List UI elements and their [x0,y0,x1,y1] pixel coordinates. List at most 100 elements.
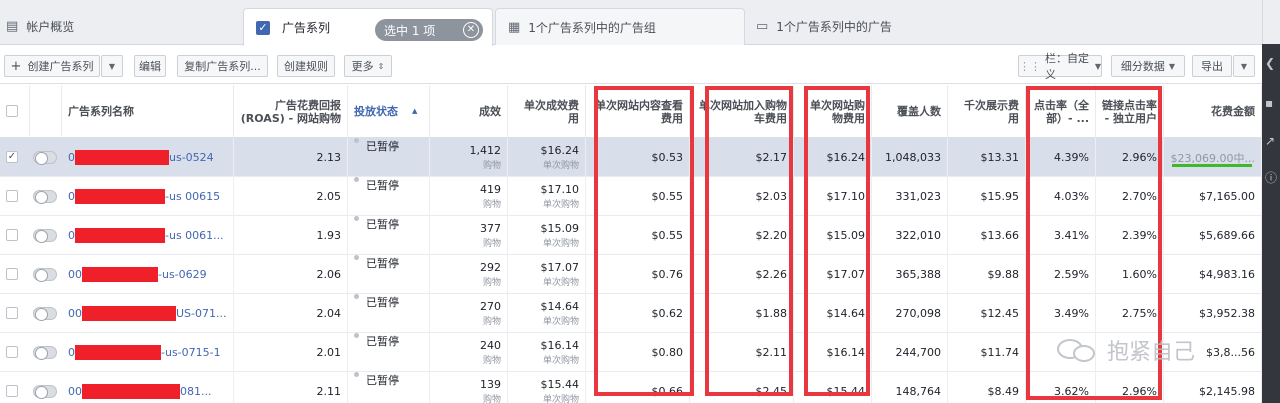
trend-icon[interactable]: ↗ [1265,134,1275,148]
results-value: 139 [480,378,501,391]
row-toggle[interactable] [33,190,57,204]
edit-button[interactable]: 编辑 [134,55,166,77]
reach-cell: 331,023 [872,177,948,216]
cpr-subtext: 单次购物 [542,395,579,403]
status-cell: 已暂停 [348,294,430,333]
campaign-name-cell[interactable]: 00 081... [62,372,234,403]
row-toggle[interactable] [33,229,57,243]
column-header-results[interactable]: 成效 [430,85,508,138]
ads-icon: ▭ [756,19,769,34]
reach-cell: 322,010 [872,216,948,255]
campaign-name-cell[interactable]: 0 us-0524 [62,138,234,177]
account-overview-icon: ▤ [6,19,19,34]
columns-customize-button[interactable]: ⋮⋮ 栏：自定义 ▼ [1018,52,1102,81]
column-header-delivery[interactable]: 投放状态 ▲ [348,85,430,138]
create-campaign-button[interactable]: + 创建广告系列 [4,55,100,77]
results-subtext: 购物 [482,239,501,249]
row-checkbox[interactable]: ✓ [6,151,18,163]
cpr-cell: $15.44 单次购物 [508,372,586,403]
column-label: 千次展示费用 [964,98,1019,125]
roas-value: 2.05 [316,190,342,203]
column-header-cost-per-result[interactable]: 单次成效费用 [508,85,586,138]
status-dot-icon [354,138,359,143]
campaign-name-cell[interactable]: 0 -us 0061... [62,216,234,255]
select-all-checkbox[interactable] [6,105,18,117]
reach-cell: 1,048,033 [872,138,948,177]
row-toggle[interactable] [33,151,57,165]
cpr-value: $17.07 [540,261,580,274]
campaign-name-cell[interactable]: 0 -us 00615 [62,177,234,216]
selected-count-label: 选中 1 项 [384,23,436,38]
export-dropdown-button[interactable]: ▼ [1233,55,1255,77]
status-value: 已暂停 [366,257,399,270]
row-checkbox[interactable] [6,307,18,319]
cpm-cell: $13.66 [948,216,1026,255]
status-dot-icon [354,216,359,221]
reach-value: 1,048,033 [885,151,941,164]
roas-value: 2.04 [316,307,342,320]
row-toggle[interactable] [33,346,57,360]
export-button[interactable]: 导出 [1192,55,1232,77]
reach-cell: 148,764 [872,372,948,403]
reach-value: 365,388 [895,268,942,281]
cpm-value: $13.66 [980,229,1020,242]
row-checkbox[interactable] [6,190,18,202]
tab-label: 帐户概览 [26,20,75,34]
status-cell: 已暂停 [348,255,430,294]
watermark: 抱紧自己 [1055,334,1195,366]
column-header-amount-spent[interactable]: 花费金额 [1164,85,1262,138]
watermark-text: 抱紧自己 [1107,340,1196,365]
create-rule-button[interactable]: 创建规则 [277,55,335,77]
campaign-name-link[interactable]: 0 -us 0061... [68,228,224,243]
column-header-cpm[interactable]: 千次展示费用 [948,85,1026,138]
roas-cell: 2.05 [234,177,348,216]
campaign-name-link[interactable]: 0 -us-0715-1 [68,345,221,360]
row-toggle[interactable] [33,385,57,399]
breakdown-button[interactable]: 细分数据 ▼ [1111,55,1185,77]
tab-ads[interactable]: ▭ 1个广告系列中的广告 [748,8,988,45]
column-header-name[interactable]: 广告系列名称 [62,85,234,138]
more-button[interactable]: 更多 ⇕ [344,55,392,77]
create-dropdown-button[interactable]: ▼ [101,55,123,77]
toggle-header [30,85,62,138]
selected-count-pill[interactable]: 选中 1 项 ✕ [375,19,483,41]
campaign-name-prefix: 0 [68,151,75,164]
row-checkbox[interactable] [6,229,18,241]
row-checkbox[interactable] [6,385,18,397]
chart-icon[interactable]: ▪ [1265,96,1273,110]
duplicate-button[interactable]: 复制广告系列... [177,55,268,77]
campaign-name-cell[interactable]: 00 -us-0629 [62,255,234,294]
spend-cell: $4,983.16 [1164,255,1262,294]
right-side-panel-strip: ❮ ▪ ↗ ⓘ [1262,44,1280,403]
cpr-subtext: 单次购物 [542,200,579,210]
campaign-name-link[interactable]: 0 -us 00615 [68,189,220,204]
column-header-reach[interactable]: 覆盖人数 [872,85,948,138]
status-dot-icon [354,294,359,299]
create-campaign-label: 创建广告系列 [27,60,94,73]
tab-ad-sets[interactable]: ▦ 1个广告系列中的广告组 [495,8,745,45]
export-label: 导出 [1201,60,1223,73]
clear-selection-icon[interactable]: ✕ [463,22,479,38]
row-toggle[interactable] [33,268,57,282]
cpr-subtext: 单次购物 [542,239,579,249]
row-checkbox[interactable] [6,268,18,280]
roas-value: 2.11 [316,385,342,398]
sort-asc-icon: ▲ [412,107,418,115]
row-toggle[interactable] [33,307,57,321]
back-icon[interactable]: ❮ [1265,56,1275,70]
row-checkbox[interactable] [6,346,18,358]
campaign-name-cell[interactable]: 00 US-071... [62,294,234,333]
campaign-name-link[interactable]: 00 -us-0629 [68,267,207,282]
info-icon[interactable]: ⓘ [1265,169,1277,186]
cpm-cell: $12.45 [948,294,1026,333]
column-header-roas[interactable]: 广告花费回报 (ROAS) - 网站购物 [234,85,348,138]
campaign-name-link[interactable]: 00 US-071... [68,306,227,321]
status-dot-icon [354,255,359,260]
tab-account-overview[interactable]: ▤ 帐户概览 [0,8,240,45]
campaign-name-link[interactable]: 0 us-0524 [68,150,214,165]
campaign-name-suffix: -us-0629 [158,268,207,281]
campaign-name-cell[interactable]: 0 -us-0715-1 [62,333,234,372]
campaign-name-link[interactable]: 00 081... [68,384,212,399]
cpm-cell: $15.95 [948,177,1026,216]
results-subtext: 购物 [482,317,501,327]
